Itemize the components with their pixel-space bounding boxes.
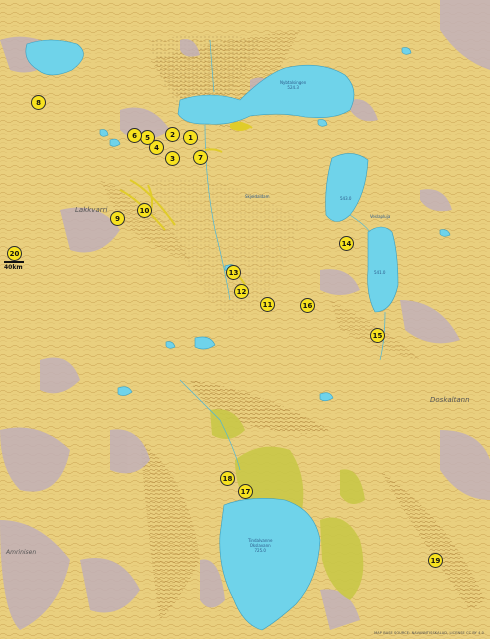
map-marker-3[interactable]: 3 [165,151,180,166]
lake-label-541: 541.0 [374,270,386,275]
map-marker-18[interactable]: 18 [220,471,235,486]
map-base-layer [0,0,490,639]
scale-label: 40km [4,264,23,271]
lake-label-tindalvanne: Tindalvanne Okslavann 725.0 [248,538,273,553]
lake-label-nybtalsingen: Nybtalsingen 524.3 [280,80,307,90]
place-label-amrinisen: Amrinisen [6,549,37,556]
map-marker-2[interactable]: 2 [165,127,180,142]
scale-bar [4,261,24,263]
map-marker-12[interactable]: 12 [234,284,249,299]
lake-label-543: 543.0 [340,196,352,201]
map-marker-7[interactable]: 7 [193,150,208,165]
place-label-lakkvarri: Lakkvarri [75,206,108,214]
map-source-attribution: MAP BASE SOURCE: NAVANNTISSKALAD, LICENS… [374,631,484,635]
lake-label-skjeldaldam: Skjeldaldam [245,194,270,199]
map-marker-5[interactable]: 5 [140,130,155,145]
map-marker-1[interactable]: 1 [183,130,198,145]
map-marker-10[interactable]: 10 [137,203,152,218]
map-marker-20[interactable]: 20 [7,246,22,261]
place-label-doskaltann: Doskaltann [430,396,470,404]
map-marker-15[interactable]: 15 [370,328,385,343]
map-marker-19[interactable]: 19 [428,553,443,568]
map-marker-14[interactable]: 14 [339,236,354,251]
map-marker-17[interactable]: 17 [238,484,253,499]
map-marker-9[interactable]: 9 [110,211,125,226]
topographic-map[interactable]: Lakkvarri Doskaltann Amrinisen Nybtalsin… [0,0,490,639]
map-marker-16[interactable]: 16 [300,298,315,313]
map-marker-6[interactable]: 6 [127,128,142,143]
map-marker-8[interactable]: 8 [31,95,46,110]
lake-label-veslapluja: Veslapluja [370,214,391,219]
map-marker-13[interactable]: 13 [226,265,241,280]
map-marker-11[interactable]: 11 [260,297,275,312]
